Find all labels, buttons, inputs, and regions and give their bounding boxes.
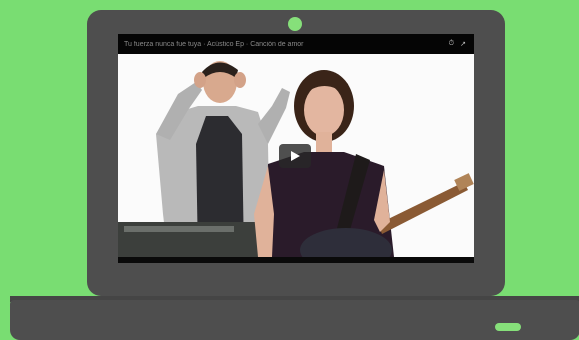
webcam-icon bbox=[288, 17, 302, 31]
video-title[interactable]: Tu fuerza nunca fue tuya · Acústico Ep ·… bbox=[118, 41, 449, 48]
video-progress-bar[interactable] bbox=[118, 257, 474, 263]
play-button[interactable] bbox=[279, 144, 311, 168]
indicator-light-icon bbox=[495, 323, 521, 331]
video-title-bar: Tu fuerza nunca fue tuya · Acústico Ep ·… bbox=[118, 34, 474, 54]
share-icon[interactable]: ↗ bbox=[460, 40, 466, 48]
clock-icon[interactable]: ⏱ bbox=[449, 40, 454, 48]
video-player[interactable] bbox=[118, 54, 474, 257]
play-icon bbox=[291, 151, 300, 161]
laptop-base bbox=[10, 300, 579, 340]
laptop-screen: Tu fuerza nunca fue tuya · Acústico Ep ·… bbox=[118, 34, 474, 263]
